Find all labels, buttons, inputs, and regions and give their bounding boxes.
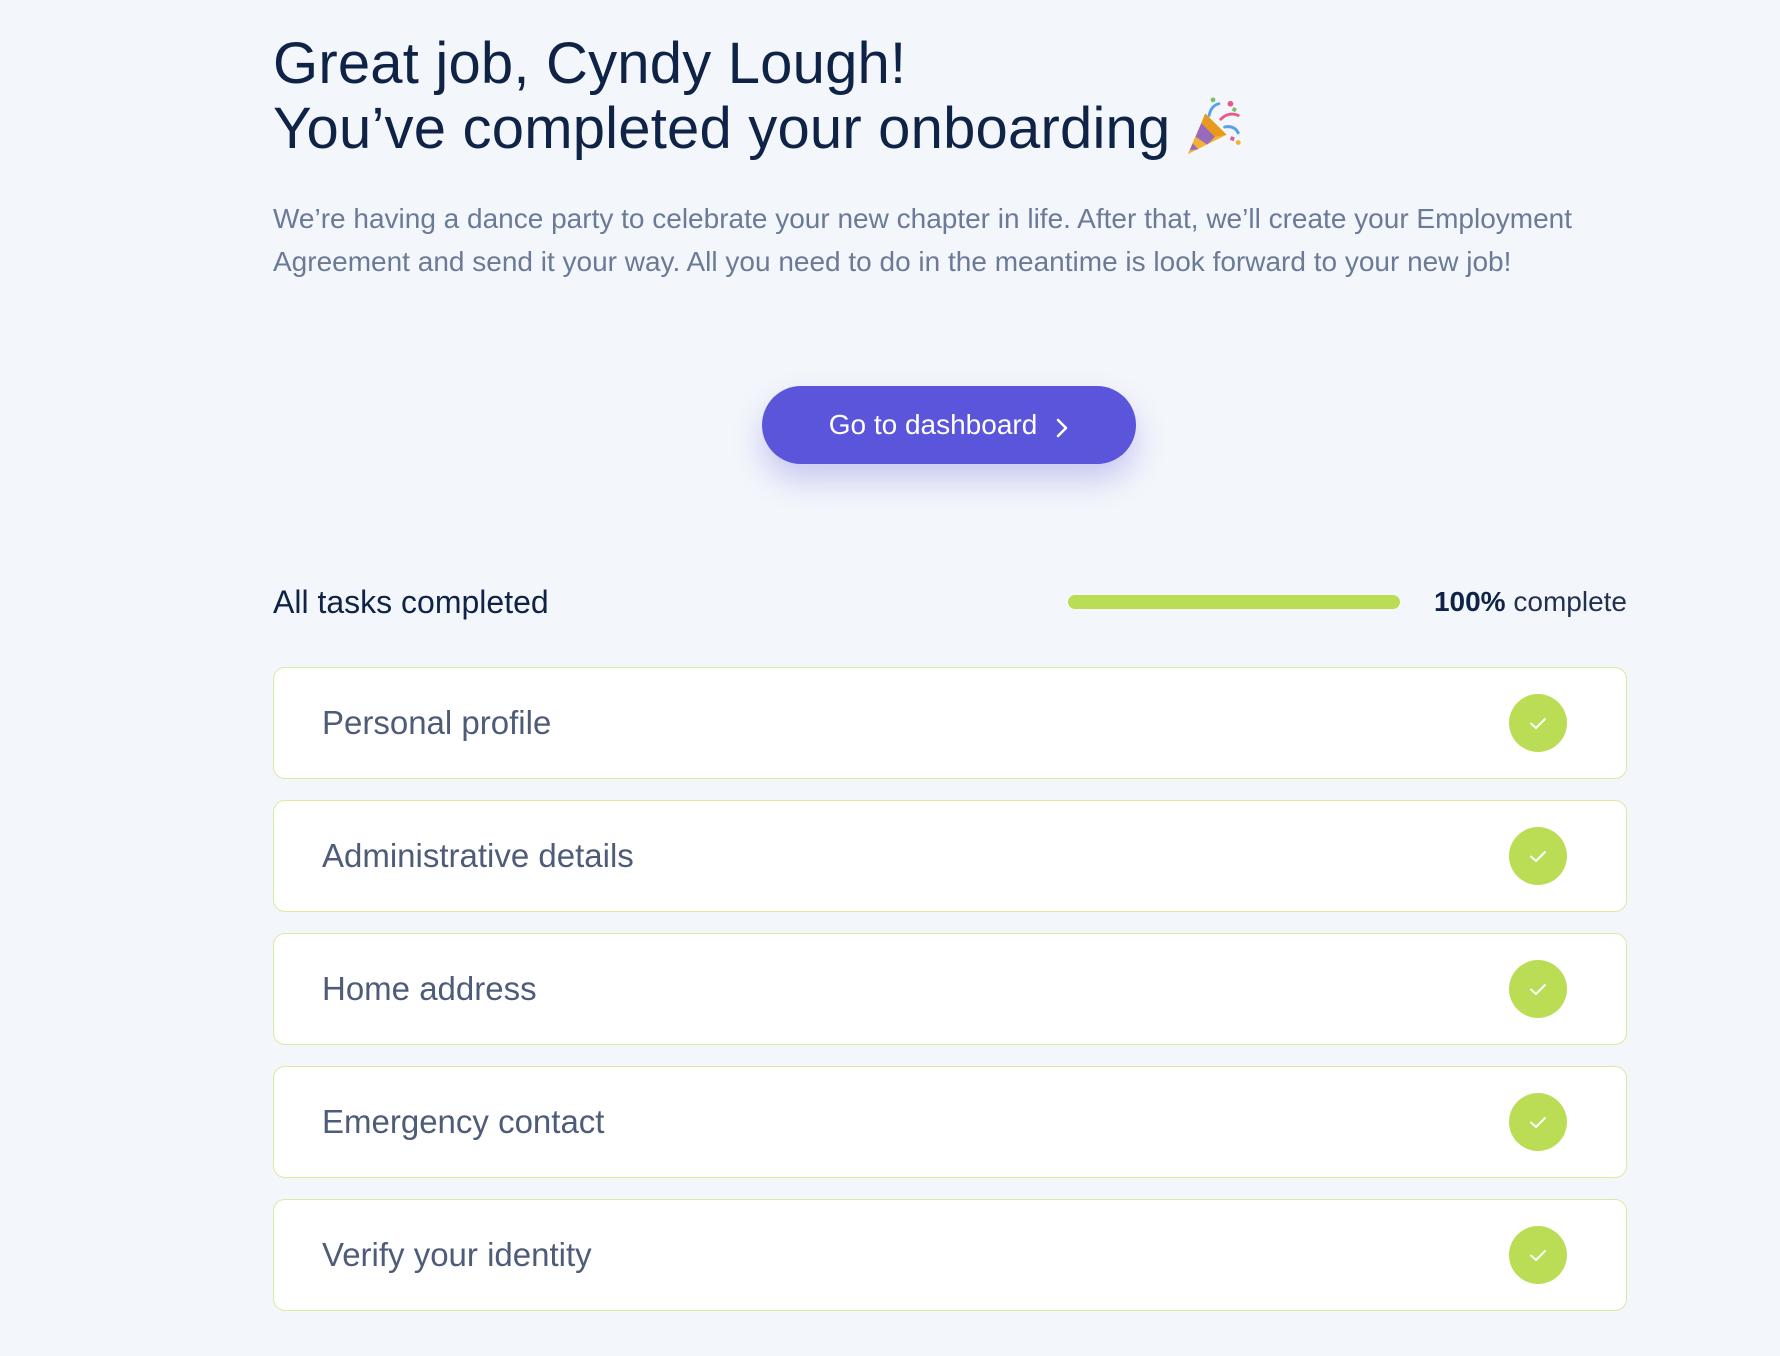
check-icon	[1509, 827, 1567, 885]
task-item-emergency-contact[interactable]: Emergency contact	[273, 1066, 1627, 1178]
chevron-right-icon	[1055, 414, 1069, 438]
task-label: Personal profile	[322, 704, 552, 741]
task-item-verify-identity[interactable]: Verify your identity	[273, 1199, 1627, 1311]
progress-text: 100% complete	[1434, 580, 1627, 624]
task-item-administrative-details[interactable]: Administrative details	[273, 800, 1627, 912]
completion-heading: You’ve completed your onboarding	[273, 96, 1171, 161]
task-list: Personal profile Administrative details …	[273, 667, 1627, 1332]
check-icon	[1509, 1226, 1567, 1284]
task-label: Administrative details	[322, 837, 634, 874]
go-to-dashboard-label: Go to dashboard	[828, 409, 1038, 440]
progress-section: All tasks completed 100% complete	[273, 580, 1627, 624]
greeting-heading: Great job, Cyndy Lough!	[273, 31, 907, 96]
intro-paragraph: We’re having a dance party to celebrate …	[273, 203, 1573, 277]
progress-bar	[1068, 595, 1400, 609]
party-popper-icon	[1182, 96, 1244, 158]
progress-title: All tasks completed	[273, 584, 549, 620]
task-item-home-address[interactable]: Home address	[273, 933, 1627, 1045]
progress-suffix: complete	[1513, 586, 1627, 617]
task-label: Emergency contact	[322, 1103, 605, 1140]
task-label: Verify your identity	[322, 1236, 592, 1273]
go-to-dashboard-button[interactable]: Go to dashboard	[762, 386, 1136, 464]
page-title: Great job, Cyndy Lough! You’ve completed…	[273, 0, 1627, 161]
task-item-personal-profile[interactable]: Personal profile	[273, 667, 1627, 779]
task-label: Home address	[322, 970, 537, 1007]
completion-heading-line: You’ve completed your onboarding	[273, 96, 1627, 161]
check-icon	[1509, 1093, 1567, 1151]
progress-bar-fill	[1068, 595, 1400, 609]
progress-percent: 100%	[1433, 586, 1506, 617]
check-icon	[1509, 960, 1567, 1018]
cta-container: Go to dashboard	[762, 386, 1136, 464]
onboarding-complete-panel: Great job, Cyndy Lough! You’ve completed…	[273, 0, 1627, 1311]
check-icon	[1509, 694, 1567, 752]
